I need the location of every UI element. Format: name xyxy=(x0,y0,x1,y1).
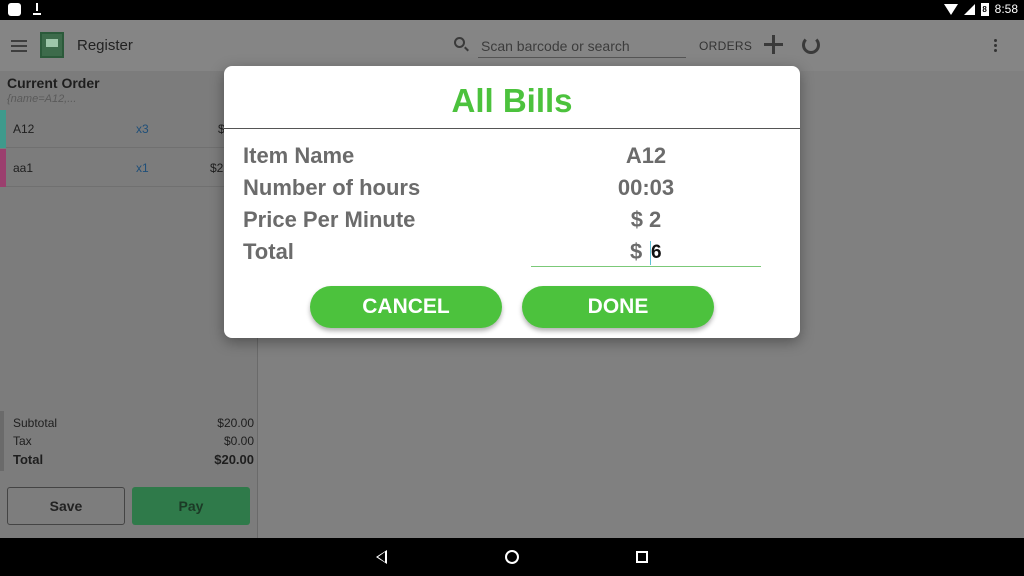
item-color-bar xyxy=(0,149,6,187)
order-query-text: {name=A12,... xyxy=(7,93,77,105)
tax-value: $0.00 xyxy=(223,434,254,448)
battery-icon: 8 xyxy=(980,2,989,16)
pay-button[interactable]: Pay xyxy=(132,487,250,525)
clock: 8:58 xyxy=(994,2,1018,16)
recent-apps-icon[interactable] xyxy=(636,551,648,563)
item-name-value: A12 xyxy=(625,143,667,168)
total-label: Total xyxy=(13,452,44,467)
menu-icon[interactable] xyxy=(11,40,27,52)
item-color-bar xyxy=(0,110,6,148)
subtotal-row: Subtotal $20.00 xyxy=(13,416,254,430)
signal-icon xyxy=(963,3,975,15)
dialog-divider xyxy=(224,128,800,129)
subtotal-value: $20.00 xyxy=(217,416,254,430)
more-options-icon[interactable] xyxy=(994,39,998,53)
order-item-row[interactable]: aa1 x1 $2 xyxy=(0,149,258,187)
back-icon[interactable] xyxy=(376,550,387,564)
item-price: $2 xyxy=(210,161,224,175)
number-of-hours-value: 00:03 xyxy=(617,175,675,200)
orders-button[interactable]: ORDERS xyxy=(699,39,752,53)
status-bar-notifications xyxy=(8,3,41,16)
number-of-hours-label: Number of hours xyxy=(243,175,421,200)
total-currency: $ xyxy=(630,239,643,264)
current-order-heading: Current Order xyxy=(7,75,100,91)
item-name: A12 xyxy=(13,122,35,136)
search-icon[interactable] xyxy=(454,37,465,48)
done-button[interactable]: DONE xyxy=(522,286,714,328)
total-field: $ xyxy=(531,237,761,267)
price-per-minute-value: $ 2 xyxy=(630,207,662,232)
status-bar: 8 8:58 xyxy=(0,0,1024,20)
app-toolbar: Register ORDERS xyxy=(0,20,1024,71)
item-quantity: x1 xyxy=(136,161,149,175)
item-quantity: x3 xyxy=(136,122,149,136)
total-value: $20.00 xyxy=(214,452,254,467)
order-item-row[interactable]: A12 x3 $ xyxy=(0,110,258,148)
app-notification-icon xyxy=(8,3,21,16)
item-name-label: Item Name xyxy=(243,143,355,168)
item-name: aa1 xyxy=(13,161,34,175)
tax-label: Tax xyxy=(13,434,32,448)
all-bills-dialog: All Bills Item Name A12 Number of hours … xyxy=(224,66,800,338)
order-totals: Subtotal $20.00 Tax $0.00 Total $20.00 xyxy=(0,411,258,471)
add-icon[interactable] xyxy=(764,35,783,54)
search-input[interactable] xyxy=(478,34,686,58)
app-logo-icon xyxy=(40,32,64,58)
page-title: Register xyxy=(77,37,133,54)
price-per-minute-label: Price Per Minute xyxy=(243,207,416,232)
wifi-icon xyxy=(943,3,958,15)
cancel-button[interactable]: CANCEL xyxy=(310,286,502,328)
download-icon xyxy=(33,3,41,16)
current-order-panel: Current Order {name=A12,... A12 x3 $ aa1… xyxy=(0,71,258,538)
refresh-icon[interactable] xyxy=(802,36,820,54)
total-row: Total $20.00 xyxy=(13,452,254,467)
subtotal-label: Subtotal xyxy=(13,416,58,430)
android-nav-bar xyxy=(0,538,1024,576)
dialog-title: All Bills xyxy=(451,82,573,119)
total-input[interactable] xyxy=(650,241,740,265)
home-icon[interactable] xyxy=(505,550,519,564)
status-bar-system: 8 8:58 xyxy=(943,2,1018,16)
total-label: Total xyxy=(243,239,294,264)
save-button[interactable]: Save xyxy=(7,487,125,525)
tax-row: Tax $0.00 xyxy=(13,434,254,448)
